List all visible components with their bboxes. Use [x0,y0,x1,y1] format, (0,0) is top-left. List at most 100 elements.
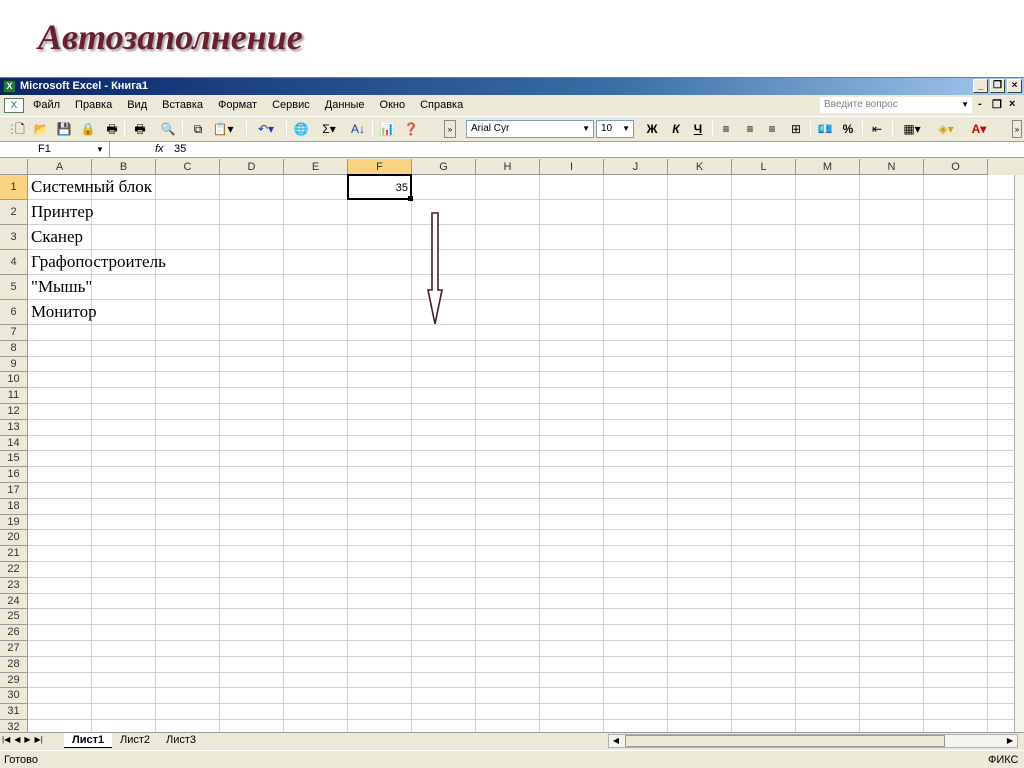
row-header[interactable]: 28 [0,656,28,673]
column-header[interactable]: D [220,159,284,175]
row-header[interactable]: 4 [0,250,28,275]
sheet-tab[interactable]: Лист1 [64,733,113,748]
undo-icon[interactable]: ↶▾ [254,120,278,138]
column-header[interactable]: F [348,159,412,175]
column-header[interactable]: G [412,159,476,175]
row-header[interactable]: 18 [0,498,28,515]
row-header[interactable]: 24 [0,593,28,610]
column-header[interactable]: J [604,159,668,175]
menu-item[interactable]: Сервис [272,99,310,111]
menu-item[interactable]: Справка [420,99,463,111]
column-header[interactable]: C [156,159,220,175]
scroll-thumb[interactable] [625,735,945,747]
row-header[interactable]: 27 [0,641,28,657]
new-icon[interactable]: 🗋 [12,120,28,138]
row-header[interactable]: 20 [0,530,28,547]
row-header[interactable]: 16 [0,467,28,483]
first-sheet-icon[interactable]: |◀ [2,735,10,744]
font-color-icon[interactable]: A▾ [964,120,994,138]
column-header[interactable]: A [28,159,92,175]
open-folder-icon[interactable]: 📂 [32,120,50,138]
research-icon[interactable]: 🔍 [160,120,176,138]
column-header[interactable]: K [668,159,732,175]
merge-center-icon[interactable]: ⊞ [786,120,806,138]
save-icon[interactable]: 💾 [56,120,72,138]
borders-icon[interactable]: ▦▾ [898,120,926,138]
column-header[interactable]: O [924,159,988,175]
horizontal-scrollbar[interactable]: ◀ ▶ [608,734,1018,748]
row-header[interactable]: 19 [0,514,28,531]
toolbar-options-icon[interactable]: » [444,120,456,138]
menu-item[interactable]: Правка [75,99,112,111]
row-header[interactable]: 5 [0,275,28,300]
doc-close-button[interactable]: × [1009,98,1015,110]
print-icon[interactable]: 🖶 [104,120,120,138]
font-size-dropdown-icon[interactable]: ▼ [622,121,630,137]
name-box-dropdown-icon[interactable]: ▼ [96,142,104,157]
row-header[interactable]: 6 [0,300,28,325]
row-header[interactable]: 26 [0,625,28,641]
cell-a1[interactable]: Системный блок [31,177,152,197]
align-left-icon[interactable]: ≡ [718,120,734,138]
scroll-right-icon[interactable]: ▶ [1003,735,1017,747]
cell-a5[interactable]: "Мышь" [31,277,92,297]
bold-button[interactable]: Ж [644,120,660,138]
print-preview-icon[interactable]: 🖶 [132,120,148,138]
insert-function-icon[interactable]: fx [155,142,164,157]
row-header[interactable]: 9 [0,356,28,373]
row-header[interactable]: 12 [0,404,28,420]
vertical-scrollbar[interactable] [1014,175,1024,732]
next-sheet-icon[interactable]: ▶ [24,735,30,744]
cell-a2[interactable]: Принтер [31,202,93,222]
menu-item[interactable]: Вид [127,99,147,111]
autosum-icon[interactable]: Σ▾ [316,120,342,138]
column-header[interactable]: N [860,159,924,175]
cells-area[interactable]: Системный блок Принтер Сканер Графопостроит… [28,174,1024,732]
row-header[interactable]: 32 [0,720,28,732]
last-sheet-icon[interactable]: ▶| [35,735,43,744]
toolbar-grip[interactable]: ⋮ [6,120,18,138]
row-header[interactable]: 13 [0,419,28,436]
toolbar-more-icon[interactable]: » [1012,120,1022,138]
row-header[interactable]: 1 [0,175,28,200]
italic-button[interactable]: К [668,120,684,138]
workbook-icon[interactable]: X [4,98,24,113]
percent-button[interactable]: % [840,120,856,138]
scroll-left-icon[interactable]: ◀ [609,735,623,747]
fill-handle[interactable] [408,196,413,201]
menu-item[interactable]: Вставка [162,99,203,111]
font-name-dropdown-icon[interactable]: ▼ [582,121,590,137]
sheet-tab[interactable]: Лист2 [112,733,158,748]
close-button[interactable]: × [1007,79,1022,93]
column-header[interactable]: I [540,159,604,175]
row-header[interactable]: 21 [0,546,28,562]
name-box[interactable]: F1 [0,142,110,157]
align-center-icon[interactable]: ≡ [742,120,758,138]
row-header[interactable]: 17 [0,483,28,499]
row-header[interactable]: 2 [0,200,28,225]
prev-sheet-icon[interactable]: ◀ [14,735,20,744]
row-header[interactable]: 22 [0,562,28,578]
menu-item[interactable]: Формат [218,99,257,111]
fill-color-icon[interactable]: ◈▾ [932,120,960,138]
font-size-select[interactable]: 10 ▼ [596,120,634,138]
column-header[interactable]: M [796,159,860,175]
row-header[interactable]: 7 [0,325,28,341]
row-header[interactable]: 10 [0,372,28,389]
ask-dropdown-icon[interactable]: ▼ [961,97,969,113]
column-header[interactable]: L [732,159,796,175]
column-header[interactable]: B [92,159,156,175]
cell-a6[interactable]: Монитор [31,302,97,322]
currency-icon[interactable]: 💶 [816,120,834,138]
font-name-select[interactable]: Arial Cyr ▼ [466,120,594,138]
doc-minimize-button[interactable]: - [978,98,982,110]
permission-icon[interactable]: 🔒 [80,120,96,138]
hyperlink-icon[interactable]: 🌐 [292,120,310,138]
sort-ascending-icon[interactable]: A↓ [348,120,368,138]
help-icon[interactable]: ❓ [402,120,420,138]
cell-a4[interactable]: Графопостроитель [31,252,166,272]
row-header[interactable]: 15 [0,451,28,468]
column-header[interactable]: E [284,159,348,175]
select-all-corner[interactable] [0,159,28,175]
menu-item[interactable]: Данные [325,99,365,111]
